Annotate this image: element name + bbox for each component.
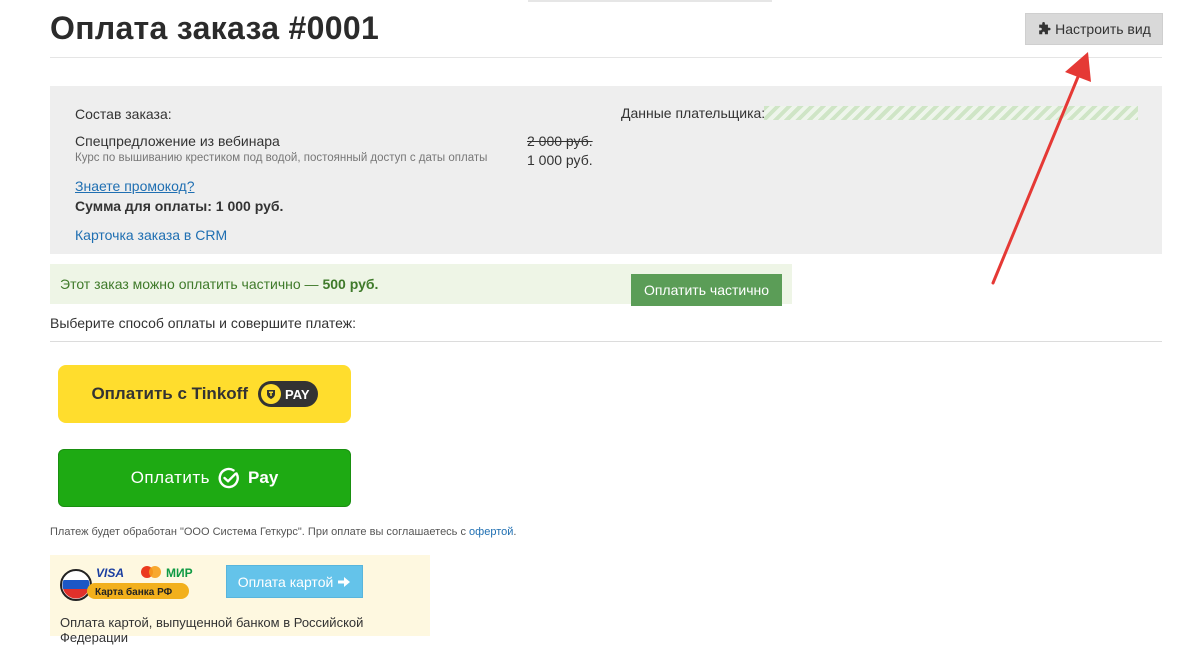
page-title: Оплата заказа #0001 [50,10,380,46]
top-strip [528,0,772,2]
sber-pay-label: Оплатить [130,468,211,487]
payment-processor-text: Платеж будет обработан "ООО Система Гетк… [50,526,470,538]
tinkoff-pay-label: Оплатить с Tinkoff [91,384,248,403]
payer-data-label: Данные плательщика: [621,105,766,121]
tinkoff-shield-icon [260,384,281,404]
partial-payment-prefix: Этот заказ можно оплатить частично — [60,276,323,292]
card-payment-box: VISA МИР Карта банка РФ Оплата картой Оп… [50,555,430,645]
pay-partially-button[interactable]: Оплатить частично [631,274,782,306]
order-item-name: Спецпредложение из вебинара [75,133,280,149]
visa-logo-text: VISA [96,566,124,580]
order-panel: Состав заказа: Спецпредложение из вебина… [50,86,1162,254]
title-divider [50,57,1162,58]
crm-order-card-link[interactable]: Карточка заказа в CRM [75,227,227,243]
order-heading: Состав заказа: [75,106,172,122]
tinkoff-pay-badge: PAY [257,381,318,407]
order-item-description: Курс по вышиванию крестиком под водой, п… [75,152,488,164]
payment-method-divider [50,341,1162,342]
payer-data-loading-bar [764,106,1138,120]
offer-suffix: . [513,526,517,538]
order-item-old-price: 2 000 руб. [527,133,593,149]
russian-bank-card-logo: VISA МИР Карта банка РФ [60,566,193,601]
partial-payment-text: Этот заказ можно оплатить частично — 500… [60,276,378,292]
puzzle-icon [1039,22,1051,35]
order-total: Сумма для оплаты: 1 000 руб. [75,198,284,214]
customize-view-button[interactable]: Настроить вид [1025,13,1163,45]
card-payment-note: Оплата картой, выпущенной банком в Росси… [60,615,364,645]
mir-logo-text: МИР [166,566,193,580]
pay-by-card-button[interactable]: Оплата картой [226,565,363,598]
pay-by-card-label: Оплата картой [237,573,334,590]
offer-link[interactable]: офертой [469,526,513,538]
tinkoff-pay-badge-text: PAY [284,386,310,402]
check-circle-icon [218,467,239,489]
bank-card-caption: Карта банка РФ [95,586,173,598]
payment-processor-note: Платеж будет обработан "ООО Система Гетк… [50,526,516,538]
partial-payment-amount: 500 руб. [322,276,379,292]
tinkoff-pay-button[interactable]: Оплатить с Tinkoff PAY [58,365,351,423]
customize-view-label: Настроить вид [1055,21,1151,37]
sber-pay-button[interactable]: Оплатить Pay [58,449,351,507]
order-item-price: 1 000 руб. [527,152,593,168]
payment-method-heading: Выберите способ оплаты и совершите плате… [50,315,357,331]
sber-pay-brand: Pay [248,468,279,487]
arrow-right-icon [338,576,351,587]
partial-payment-box: Этот заказ можно оплатить частично — 500… [50,264,792,306]
promo-code-link[interactable]: Знаете промокод? [75,178,195,194]
